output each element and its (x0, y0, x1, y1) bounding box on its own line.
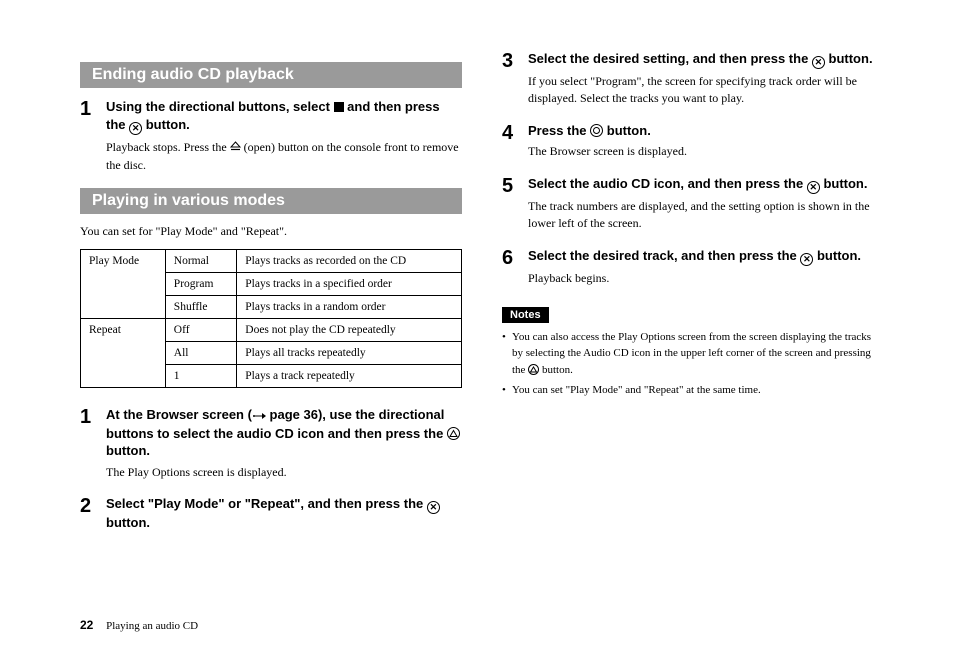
cell-desc: Plays tracks as recorded on the CD (237, 250, 462, 273)
step-number: 1 (80, 406, 106, 481)
note-item: You can also access the Play Options scr… (502, 329, 884, 379)
cell-mode: Off (165, 319, 236, 342)
right-column: 3 Select the desired setting, and then p… (502, 50, 884, 546)
cell-desc: Plays all tracks repeatedly (237, 342, 462, 365)
section-header-ending: Ending audio CD playback (80, 62, 462, 88)
x-button-icon: ✕ (807, 181, 820, 194)
table-row: Play Mode Normal Plays tracks as recorde… (81, 250, 462, 273)
text: button. (106, 515, 150, 530)
step-title: At the Browser screen ( page 36), use th… (106, 406, 462, 459)
play-modes-table: Play Mode Normal Plays tracks as recorde… (80, 249, 462, 388)
cell-desc: Plays tracks in a random order (237, 296, 462, 319)
x-button-icon: ✕ (800, 253, 813, 266)
page-number: 22 (80, 618, 93, 632)
circle-button-icon (590, 124, 603, 137)
step-title: Select "Play Mode" or "Repeat", and then… (106, 495, 462, 532)
text: At the Browser screen ( (106, 407, 252, 422)
step-1-ending: 1 Using the directional buttons, select … (80, 98, 462, 174)
cell-mode: Shuffle (165, 296, 236, 319)
stop-icon (334, 102, 344, 112)
step-text: Playback begins. (528, 270, 884, 287)
notes-label: Notes (502, 307, 549, 323)
step-text: The Browser screen is displayed. (528, 143, 884, 160)
intro-text: You can set for "Play Mode" and "Repeat"… (80, 224, 462, 239)
step-title: Select the desired track, and then press… (528, 247, 884, 266)
left-column: Ending audio CD playback 1 Using the dir… (80, 50, 462, 546)
text: button. (813, 248, 861, 263)
step-title: Select the audio CD icon, and then press… (528, 175, 884, 194)
triangle-button-icon (528, 364, 539, 375)
step-1-modes: 1 At the Browser screen ( page 36), use … (80, 406, 462, 481)
step-number: 6 (502, 247, 528, 287)
step-text: If you select "Program", the screen for … (528, 73, 884, 108)
text: button. (603, 123, 651, 138)
page-footer: 22 Playing an audio CD (80, 618, 198, 632)
step-title: Select the desired setting, and then pre… (528, 50, 884, 69)
note-item: You can set "Play Mode" and "Repeat" at … (502, 382, 884, 399)
cell-desc: Plays tracks in a specified order (237, 273, 462, 296)
step-6: 6 Select the desired track, and then pre… (502, 247, 884, 287)
notes-list: You can also access the Play Options scr… (502, 329, 884, 399)
table-row: Repeat Off Does not play the CD repeated… (81, 319, 462, 342)
step-number: 2 (80, 495, 106, 532)
step-text: The Play Options screen is displayed. (106, 464, 462, 481)
cell-mode: 1 (165, 365, 236, 388)
x-button-icon: ✕ (427, 501, 440, 514)
x-button-icon: ✕ (812, 56, 825, 69)
step-number: 4 (502, 122, 528, 161)
text: button. (820, 176, 868, 191)
step-2-modes: 2 Select "Play Mode" or "Repeat", and th… (80, 495, 462, 532)
section-header-modes: Playing in various modes (80, 188, 462, 214)
text: button. (142, 117, 190, 132)
text: Playback stops. Press the (106, 140, 230, 154)
text: Select the desired track, and then press… (528, 248, 800, 263)
step-5: 5 Select the audio CD icon, and then pre… (502, 175, 884, 233)
step-title: Press the button. (528, 122, 884, 140)
cell-mode: Normal (165, 250, 236, 273)
step-number: 5 (502, 175, 528, 233)
cell-mode: Program (165, 273, 236, 296)
x-button-icon: ✕ (129, 122, 142, 135)
text: button. (106, 443, 150, 458)
cell-desc: Plays a track repeatedly (237, 365, 462, 388)
step-number: 1 (80, 98, 106, 174)
text: Select the audio CD icon, and then press… (528, 176, 807, 191)
text: Select "Play Mode" or "Repeat", and then… (106, 496, 427, 511)
text: button. (825, 51, 873, 66)
cell-category: Repeat (81, 319, 166, 388)
text: Using the directional buttons, select (106, 99, 334, 114)
step-text: The track numbers are displayed, and the… (528, 198, 884, 233)
eject-icon (230, 140, 241, 157)
text: button. (539, 364, 573, 376)
footer-title: Playing an audio CD (106, 620, 198, 632)
step-number: 3 (502, 50, 528, 108)
reference-arrow-icon (252, 407, 266, 425)
triangle-button-icon (447, 427, 460, 440)
step-4: 4 Press the button. The Browser screen i… (502, 122, 884, 161)
cell-mode: All (165, 342, 236, 365)
text: Select the desired setting, and then pre… (528, 51, 812, 66)
step-title: Using the directional buttons, select an… (106, 98, 462, 135)
step-3: 3 Select the desired setting, and then p… (502, 50, 884, 108)
cell-desc: Does not play the CD repeatedly (237, 319, 462, 342)
cell-category: Play Mode (81, 250, 166, 319)
step-text: Playback stops. Press the (open) button … (106, 139, 462, 175)
text: Press the (528, 123, 590, 138)
